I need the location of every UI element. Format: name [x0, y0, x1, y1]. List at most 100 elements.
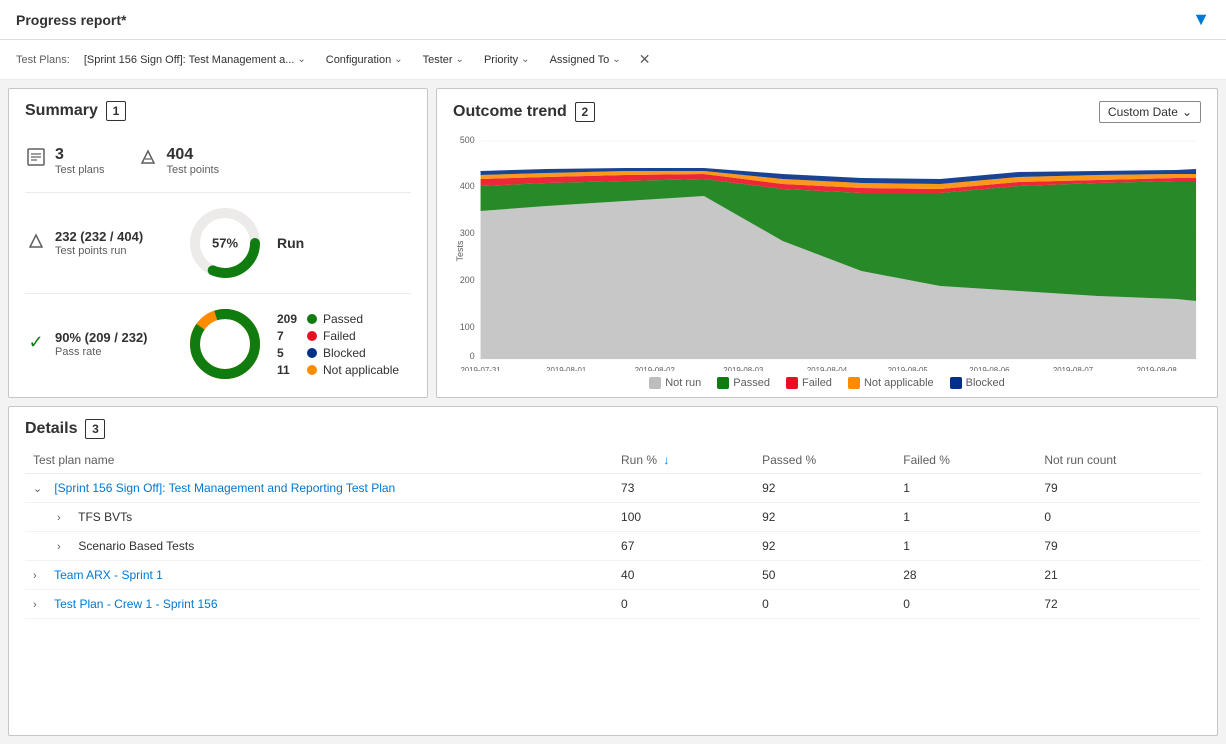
- legend-passed-label: Passed: [733, 377, 770, 389]
- expand-icon[interactable]: ›: [33, 599, 47, 611]
- legend-not-run: Not run: [649, 377, 701, 389]
- passed-dot: [307, 314, 317, 324]
- svg-text:2019-08-06: 2019-08-06: [969, 366, 1010, 371]
- blocked-legend-item: 5 Blocked: [277, 346, 399, 360]
- filter-priority[interactable]: Priority ⌄: [478, 52, 536, 68]
- row-run-pct: 100: [613, 503, 754, 532]
- filter-test-plans[interactable]: [Sprint 156 Sign Off]: Test Management a…: [78, 52, 312, 68]
- legend-not-applicable: Not applicable: [848, 377, 934, 389]
- table-row: › Scenario Based Tests 67 92 1 79: [25, 532, 1201, 561]
- failed-count: 7: [277, 329, 301, 343]
- pass-rate-sublabel: Pass rate: [55, 346, 148, 358]
- filter-tester[interactable]: Tester ⌄: [417, 52, 470, 68]
- legend-not-applicable-box: [848, 377, 860, 389]
- col-run-pct[interactable]: Run % ↓: [613, 447, 754, 474]
- row-failed-pct: 1: [895, 503, 1036, 532]
- blocked-label: Blocked: [323, 346, 366, 360]
- failed-legend-item: 7 Failed: [277, 329, 399, 343]
- legend-blocked-box: [950, 377, 962, 389]
- pass-legend: 209 Passed 7 Failed 5 Blocked: [277, 312, 399, 377]
- row-passed-pct: 92: [754, 532, 895, 561]
- svg-text:300: 300: [460, 228, 475, 238]
- test-plans-count: 3: [55, 145, 105, 164]
- details-title: Details: [25, 420, 77, 438]
- legend-not-run-box: [649, 377, 661, 389]
- filter-configuration-value: Configuration: [326, 54, 391, 66]
- svg-text:400: 400: [460, 181, 475, 191]
- filter-configuration[interactable]: Configuration ⌄: [320, 52, 409, 68]
- plan-name-text[interactable]: [Sprint 156 Sign Off]: Test Management a…: [54, 481, 395, 495]
- svg-text:2019-08-01: 2019-08-01: [546, 366, 587, 371]
- summary-header: Summary 1: [25, 101, 411, 121]
- test-points-run-label: Test points run: [55, 245, 143, 257]
- row-passed-pct: 50: [754, 561, 895, 590]
- app-title: Progress report*: [16, 12, 126, 28]
- row-not-run-count: 72: [1036, 590, 1201, 619]
- row-run-pct: 40: [613, 561, 754, 590]
- row-plan-name: › Team ARX - Sprint 1: [25, 561, 613, 590]
- test-plans-chevron-icon: ⌄: [297, 54, 305, 65]
- not-applicable-label: Not applicable: [323, 363, 399, 377]
- expand-icon[interactable]: ›: [57, 541, 71, 553]
- filter-test-plans-label: Test Plans:: [16, 54, 70, 66]
- expand-icon[interactable]: ›: [57, 512, 71, 524]
- row-failed-pct: 1: [895, 474, 1036, 503]
- chart-area: 500 400 300 200 100 0 Tests: [453, 131, 1201, 371]
- assigned-to-chevron-icon: ⌄: [612, 54, 620, 65]
- filter-priority-value: Priority: [484, 54, 518, 66]
- table-row: › TFS BVTs 100 92 1 0: [25, 503, 1201, 532]
- svg-text:0: 0: [470, 351, 475, 361]
- col-not-run-count: Not run count: [1036, 447, 1201, 474]
- run-donut: 57%: [185, 203, 265, 283]
- summary-title: Summary: [25, 102, 98, 120]
- details-header: Details 3: [25, 419, 1201, 439]
- filter-close-button[interactable]: ✕: [635, 49, 655, 70]
- row-passed-pct: 92: [754, 474, 895, 503]
- outcome-trend-number: 2: [575, 102, 595, 122]
- filter-assigned-to[interactable]: Assigned To ⌄: [544, 52, 627, 68]
- priority-chevron-icon: ⌄: [521, 54, 529, 65]
- summary-panel: Summary 1 3 Test plans: [8, 88, 428, 398]
- table-row: ⌄ [Sprint 156 Sign Off]: Test Management…: [25, 474, 1201, 503]
- row-failed-pct: 28: [895, 561, 1036, 590]
- svg-text:Tests: Tests: [455, 240, 465, 262]
- not-applicable-legend-item: 11 Not applicable: [277, 363, 399, 377]
- col-passed-pct: Passed %: [754, 447, 895, 474]
- filter-tester-value: Tester: [423, 54, 453, 66]
- plan-name-text: Scenario Based Tests: [78, 539, 194, 553]
- row-not-run-count: 0: [1036, 503, 1201, 532]
- row-plan-name: › TFS BVTs: [25, 503, 613, 532]
- legend-failed: Failed: [786, 377, 832, 389]
- row-run-pct: 0: [613, 590, 754, 619]
- svg-text:200: 200: [460, 275, 475, 285]
- row-run-pct: 73: [613, 474, 754, 503]
- row-not-run-count: 79: [1036, 532, 1201, 561]
- row-passed-pct: 92: [754, 503, 895, 532]
- svg-text:2019-08-08: 2019-08-08: [1137, 366, 1178, 371]
- pass-rate-stat: ✓ 90% (209 / 232) Pass rate: [25, 322, 165, 366]
- filter-test-plans-value: [Sprint 156 Sign Off]: Test Management a…: [84, 54, 295, 66]
- expand-icon[interactable]: ⌄: [33, 482, 47, 495]
- row-plan-name: ⌄ [Sprint 156 Sign Off]: Test Management…: [25, 474, 613, 503]
- filter-icon[interactable]: ▼: [1192, 9, 1210, 30]
- chart-legend: Not run Passed Failed Not applicable Blo…: [453, 377, 1201, 389]
- legend-blocked-label: Blocked: [966, 377, 1005, 389]
- plan-name-text[interactable]: Team ARX - Sprint 1: [54, 568, 163, 582]
- custom-date-chevron-icon: ⌄: [1182, 105, 1192, 119]
- details-table: Test plan name Run % ↓ Passed % Failed %…: [25, 447, 1201, 619]
- passed-legend-item: 209 Passed: [277, 312, 399, 326]
- not-applicable-count: 11: [277, 363, 301, 377]
- test-plans-icon: [25, 147, 47, 172]
- custom-date-button[interactable]: Custom Date ⌄: [1099, 101, 1201, 123]
- summary-number: 1: [106, 101, 126, 121]
- app-header: Progress report* ▼: [0, 0, 1226, 40]
- row-not-run-count: 79: [1036, 474, 1201, 503]
- plan-name-text: TFS BVTs: [78, 510, 132, 524]
- row-passed-pct: 0: [754, 590, 895, 619]
- plan-name-text[interactable]: Test Plan - Crew 1 - Sprint 156: [54, 597, 217, 611]
- passed-label: Passed: [323, 312, 363, 326]
- row-failed-pct: 1: [895, 532, 1036, 561]
- expand-icon[interactable]: ›: [33, 570, 47, 582]
- svg-text:2019-08-07: 2019-08-07: [1053, 366, 1093, 371]
- svg-text:2019-08-05: 2019-08-05: [888, 366, 929, 371]
